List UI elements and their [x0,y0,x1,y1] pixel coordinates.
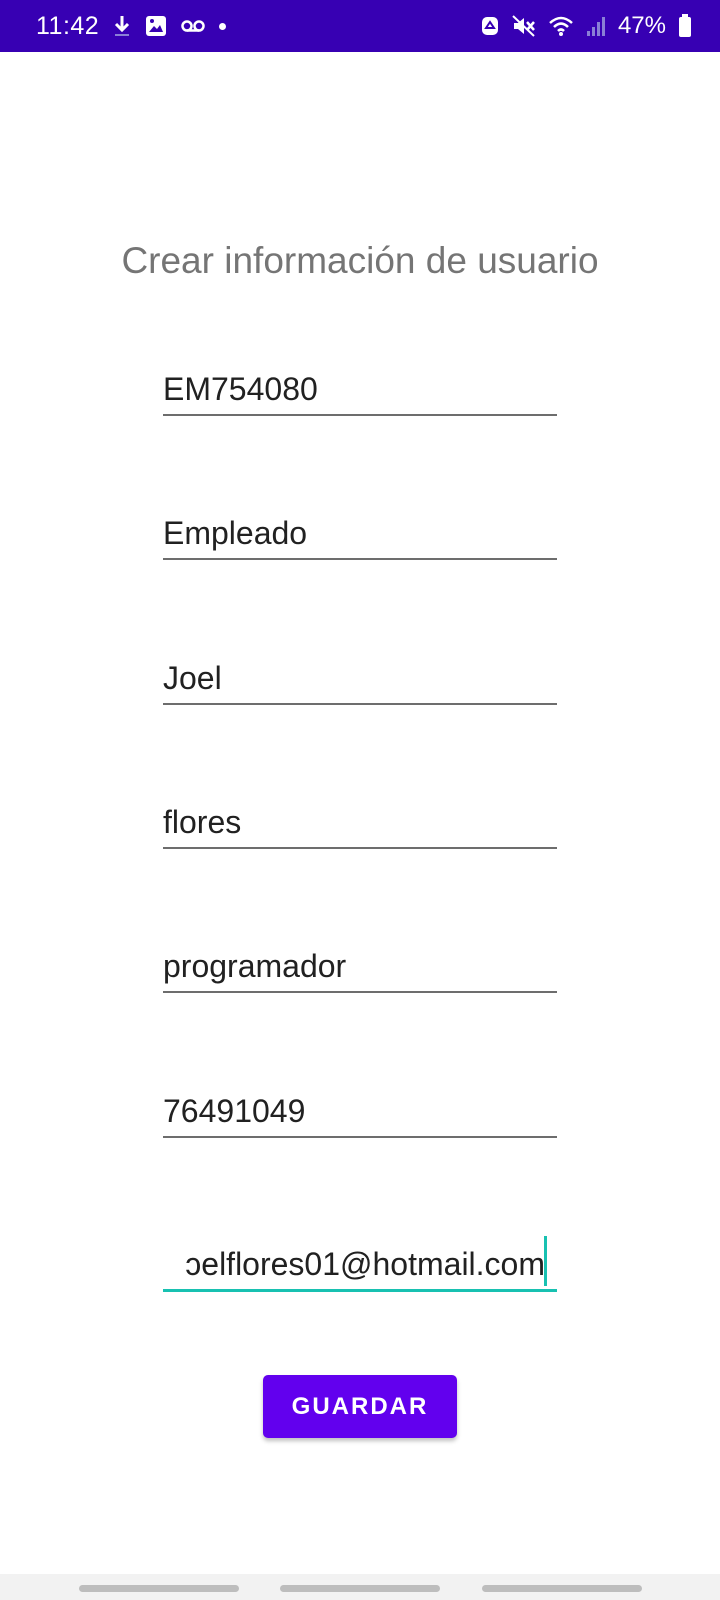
nav-back-pill[interactable] [482,1585,642,1592]
notification-dot-icon [219,22,227,30]
apellido-field[interactable] [163,791,557,849]
page-title: Crear información de usuario [121,240,599,281]
download-icon [113,14,131,38]
signal-icon [586,15,606,37]
correo-input[interactable]: ɔelflores01@hotmail.com [185,1246,545,1283]
battery-percent: 47% [617,12,666,39]
status-bar-left: 11:42 [36,0,227,52]
nombre-input[interactable] [163,660,557,697]
telefono-field[interactable] [163,1080,557,1138]
nombre-field[interactable] [163,647,557,705]
codigo-field[interactable] [163,358,557,416]
tipo-input[interactable] [163,515,557,552]
cargo-input[interactable] [163,948,557,985]
tipo-field[interactable] [163,502,557,560]
nav-recent-apps-pill[interactable] [79,1585,239,1592]
apellido-input[interactable] [163,804,557,841]
nav-home-pill[interactable] [280,1585,440,1592]
gallery-icon [145,15,167,37]
save-button[interactable]: GUARDAR [263,1375,457,1438]
cargo-field[interactable] [163,935,557,993]
voicemail-icon [181,19,205,33]
text-caret [544,1236,547,1286]
mute-icon [512,15,536,37]
status-bar-right: 47% [480,0,692,52]
status-time: 11:42 [36,11,100,40]
correo-field[interactable]: ɔelflores01@hotmail.com [163,1233,557,1292]
status-bar: 11:42 47% [0,0,720,52]
telefono-input[interactable] [163,1093,557,1130]
recycle-icon [480,15,500,37]
battery-icon [678,14,692,38]
navigation-bar [0,1574,720,1600]
codigo-input[interactable] [163,371,557,408]
wifi-icon [548,15,574,37]
